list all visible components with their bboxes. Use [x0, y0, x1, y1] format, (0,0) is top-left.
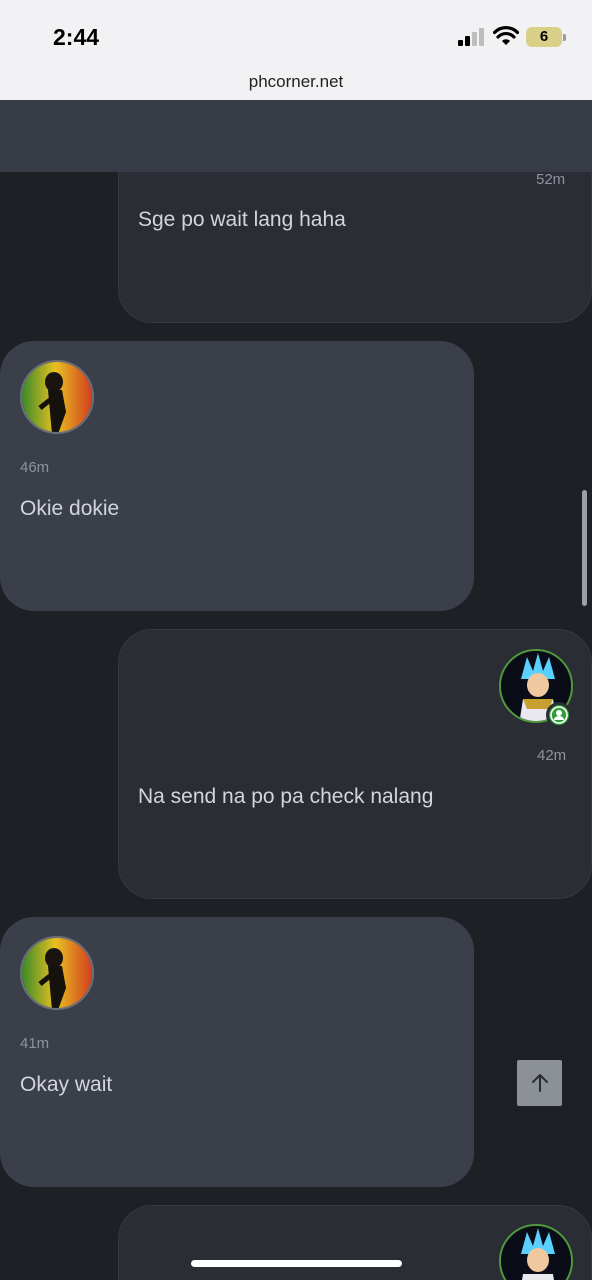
message-text: Okay wait	[20, 1073, 113, 1096]
my-avatar-image	[501, 1226, 571, 1280]
arrow-up-icon	[531, 1074, 548, 1092]
wifi-icon	[493, 26, 519, 45]
url-bar[interactable]: phcorner.net	[0, 72, 592, 92]
message-timestamp: 52m	[536, 171, 566, 188]
scroll-to-top-button[interactable]	[517, 1060, 562, 1106]
message-text: Na send na po pa check nalang	[138, 785, 434, 808]
battery-level: 6	[539, 28, 549, 45]
home-indicator[interactable]	[191, 1260, 402, 1267]
sender-avatar[interactable]	[20, 360, 94, 434]
status-time: 2:44	[53, 24, 100, 50]
battery-icon: 6	[526, 27, 566, 47]
page-scrollbar[interactable]	[582, 490, 587, 606]
message-timestamp: 41m	[20, 1035, 50, 1052]
message-text: Okie dokie	[20, 497, 120, 520]
message-timestamp: 46m	[20, 459, 50, 476]
cellular-signal-icon	[458, 28, 486, 46]
message-text: Sge po wait lang haha	[138, 208, 346, 231]
user-status-icon	[550, 706, 568, 724]
message-timestamp: 42m	[537, 747, 567, 764]
online-status-badge	[546, 702, 572, 728]
status-bar: 2:44 6 phcorner.net	[0, 0, 592, 100]
sender-avatar[interactable]	[20, 936, 94, 1010]
